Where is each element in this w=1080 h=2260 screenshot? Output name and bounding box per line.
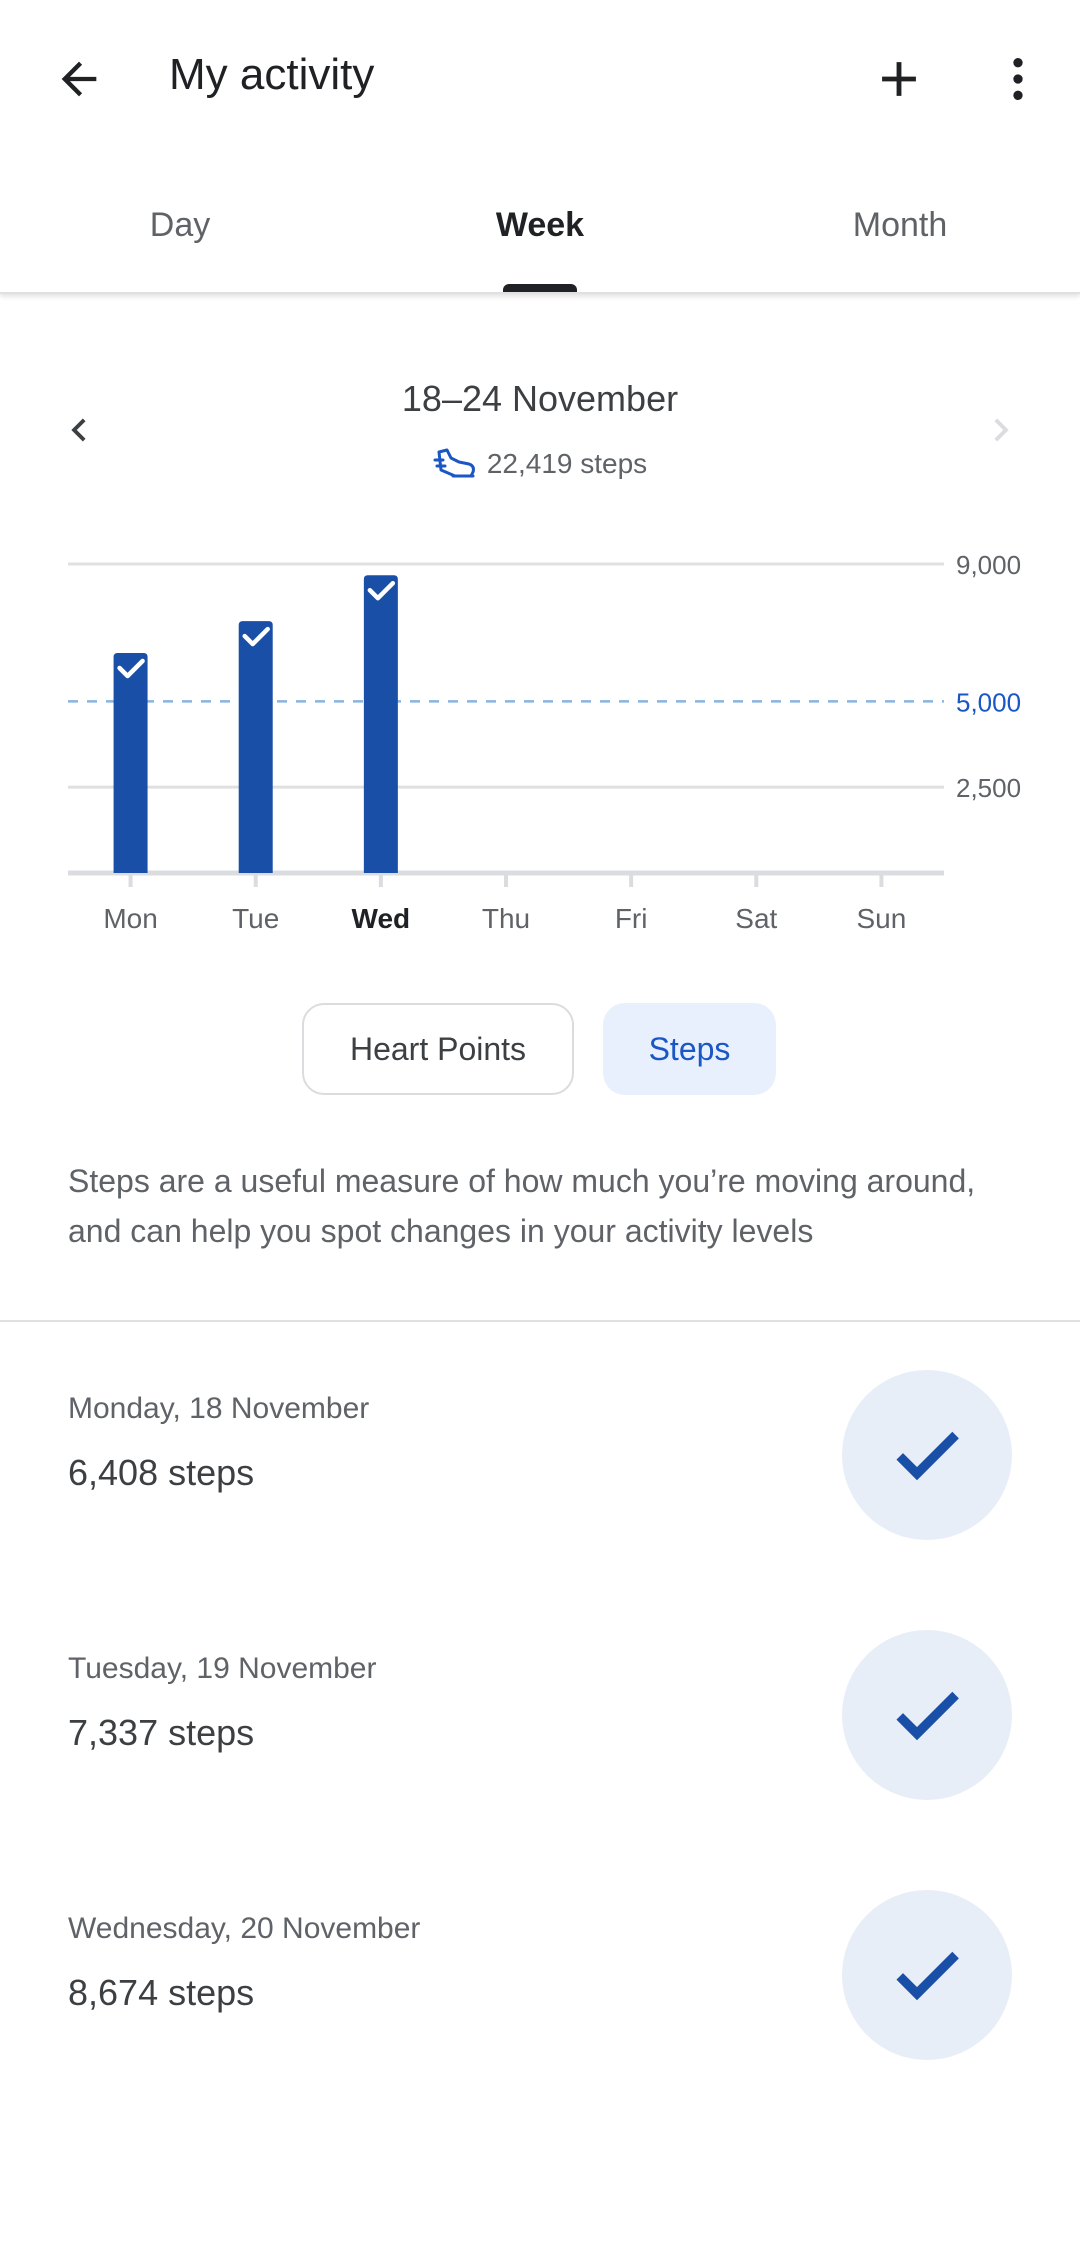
shoe-icon [433,446,477,482]
goal-met-badge [842,1370,1012,1540]
period-tabs: Day Week Month [0,158,1080,294]
x-tick-label: Tue [232,903,279,934]
x-tick-label: Sat [735,903,777,934]
day-date: Monday, 18 November [68,1392,370,1425]
chevron-right-icon [994,418,1009,442]
more-vert-icon [1013,58,1023,100]
bar-mon [113,652,148,873]
weekly-steps-chart: 9,000 2,500 5,000 Mon Tue Wed Thu Fri Sat Sun [68,550,1021,934]
tab-month[interactable]: Month [720,158,1080,292]
week-steps-summary: 22,419 steps [0,446,1080,482]
divider [0,1320,1080,1322]
check-icon [896,1691,959,1741]
goal-met-badge [842,1630,1012,1800]
y-tick-label: 2,500 [956,773,1021,803]
x-tick-label: Fri [615,903,648,934]
metric-description: Steps are a useful measure of how much y… [68,1163,976,1249]
day-steps: 8,674 steps [68,1972,255,2013]
tab-day[interactable]: Day [0,158,360,292]
more-options-button[interactable] [978,38,1058,120]
next-week-button[interactable] [966,390,1036,470]
back-button[interactable] [40,40,118,118]
week-navigator: 18–24 November 22,419 steps [0,360,1080,500]
week-steps-text: 22,419 steps [486,448,648,479]
tab-label: Day [149,205,211,244]
check-icon [896,1431,959,1481]
tab-indicator [503,284,577,292]
goal-label: 5,000 [956,687,1021,717]
list-item[interactable]: Monday, 18 November 6,408 steps [0,1370,1080,1570]
tab-week[interactable]: Week [360,158,720,292]
x-tick-label: Sun [857,903,907,934]
activity-screen: My activity Day Week Month 18–24 Novembe… [0,0,1080,2260]
y-tick-label: 9,000 [956,550,1021,580]
app-bar: My activity [0,0,1080,158]
x-tick-label: Mon [103,903,157,934]
heart-points-toggle[interactable]: Heart Points [302,1003,574,1095]
x-tick-label: Thu [482,903,530,934]
arrow-left-icon [61,61,97,97]
x-tick-label: Wed [352,903,411,934]
day-date: Tuesday, 19 November [68,1652,377,1685]
tab-label: Month [852,205,948,244]
list-item[interactable]: Tuesday, 19 November 7,337 steps [0,1630,1080,1830]
add-button[interactable] [858,38,940,120]
tab-label: Week [495,205,585,244]
steps-toggle[interactable]: Steps [603,1003,776,1095]
bar-tue [238,621,273,873]
check-icon [896,1951,959,2001]
goal-met-badge [842,1890,1012,2060]
day-date: Wednesday, 20 November [68,1912,421,1945]
day-steps: 7,337 steps [68,1712,255,1753]
day-steps: 6,408 steps [68,1452,255,1493]
week-range-title: 18–24 November [401,378,679,419]
list-item[interactable]: Wednesday, 20 November 8,674 steps [0,1890,1080,2090]
plus-icon [882,62,916,96]
heart-points-label: Heart Points [349,1030,527,1067]
bar-wed [363,575,398,873]
steps-label: Steps [648,1030,731,1067]
page-title: My activity [169,50,375,99]
